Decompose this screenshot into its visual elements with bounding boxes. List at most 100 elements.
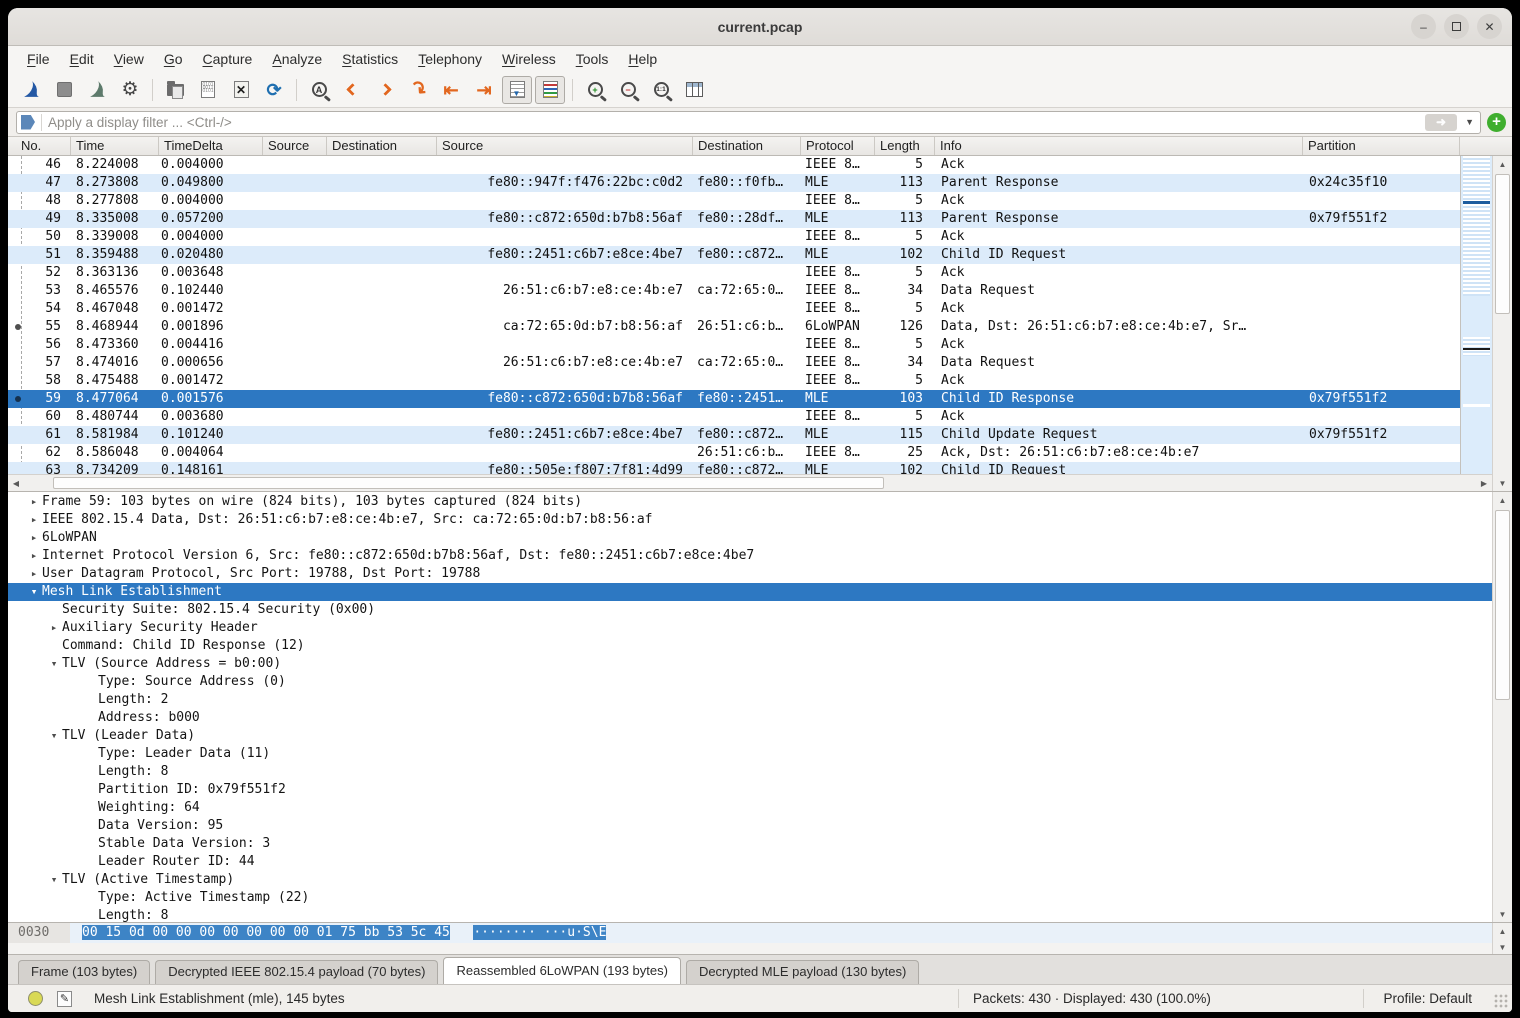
scroll-down-icon[interactable] bbox=[1493, 475, 1512, 491]
column-header-destination[interactable]: Destination bbox=[693, 137, 801, 155]
scroll-up-icon[interactable] bbox=[1493, 492, 1512, 508]
resize-grip[interactable] bbox=[1494, 994, 1508, 1008]
go-to-packet-icon[interactable]: ↷ bbox=[403, 76, 433, 104]
capture-comment-icon[interactable] bbox=[57, 991, 72, 1007]
vscrollbar-thumb[interactable] bbox=[1495, 510, 1510, 700]
hex-selected-ascii[interactable]: ········ ···u·S\E bbox=[473, 925, 606, 940]
scroll-down-icon[interactable] bbox=[1493, 906, 1512, 922]
hex-selected-bytes[interactable]: 00 15 0d 00 00 00 00 00 00 00 01 75 bb 5… bbox=[82, 925, 450, 940]
packet-row[interactable]: 628.5860480.00406426:51:c6:b…IEEE 8…25Ac… bbox=[8, 444, 1460, 462]
column-header-partition[interactable]: Partition bbox=[1303, 137, 1460, 155]
packet-row[interactable]: 588.4754880.001472IEEE 8…5Ack bbox=[8, 372, 1460, 390]
maximize-button[interactable] bbox=[1444, 14, 1469, 39]
packet-row[interactable]: 608.4807440.003680IEEE 8…5Ack bbox=[8, 408, 1460, 426]
open-file-icon[interactable] bbox=[160, 76, 190, 104]
expanded-arrow-icon[interactable]: ▾ bbox=[46, 871, 62, 889]
menu-file[interactable]: File bbox=[18, 49, 59, 69]
byte-tab[interactable]: Reassembled 6LoWPAN (193 bytes) bbox=[443, 957, 680, 984]
vscrollbar-thumb[interactable] bbox=[1495, 174, 1510, 314]
detail-row[interactable]: ▸Frame 59: 103 bytes on wire (824 bits),… bbox=[8, 493, 1492, 511]
title-bar[interactable]: current.pcap –✕ bbox=[8, 8, 1512, 46]
column-header-protocol[interactable]: Protocol bbox=[801, 137, 875, 155]
detail-row[interactable]: Weighting: 64 bbox=[8, 799, 1492, 817]
zoom-out-icon[interactable]: − bbox=[613, 76, 643, 104]
collapsed-arrow-icon[interactable]: ▸ bbox=[26, 565, 42, 583]
apply-filter-icon[interactable] bbox=[1425, 114, 1457, 131]
scroll-left-icon[interactable] bbox=[8, 475, 24, 491]
collapsed-arrow-icon[interactable]: ▸ bbox=[26, 529, 42, 547]
go-back-icon[interactable] bbox=[337, 76, 367, 104]
packet-row[interactable]: 518.3594880.020480fe80::2451:c6b7:e8ce:4… bbox=[8, 246, 1460, 264]
restart-capture-icon[interactable] bbox=[82, 76, 112, 104]
menu-go[interactable]: Go bbox=[155, 49, 192, 69]
detail-row[interactable]: Partition ID: 0x79f551f2 bbox=[8, 781, 1492, 799]
reload-file-icon[interactable]: ⟳ bbox=[259, 76, 289, 104]
byte-tab[interactable]: Decrypted IEEE 802.15.4 payload (70 byte… bbox=[155, 960, 438, 984]
packet-row[interactable]: 638.7342090.148161fe80::505e:f807:7f81:4… bbox=[8, 462, 1460, 474]
menu-telephony[interactable]: Telephony bbox=[409, 49, 491, 69]
go-forward-icon[interactable] bbox=[370, 76, 400, 104]
expanded-arrow-icon[interactable]: ▾ bbox=[46, 655, 62, 673]
detail-row[interactable]: Type: Leader Data (11) bbox=[8, 745, 1492, 763]
column-header-destination[interactable]: Destination bbox=[327, 137, 437, 155]
column-header-source[interactable]: Source bbox=[437, 137, 693, 155]
column-header-time[interactable]: Time bbox=[71, 137, 159, 155]
colorize-icon[interactable] bbox=[535, 76, 565, 104]
collapsed-arrow-icon[interactable]: ▸ bbox=[26, 511, 42, 529]
byte-tab[interactable]: Frame (103 bytes) bbox=[18, 960, 150, 984]
packet-row[interactable]: 598.4770640.001576fe80::c872:650d:b7b8:5… bbox=[8, 390, 1460, 408]
packet-row[interactable]: 578.4740160.00065626:51:c6:b7:e8:ce:4b:e… bbox=[8, 354, 1460, 372]
detail-row[interactable]: ▾TLV (Leader Data) bbox=[8, 727, 1492, 745]
scroll-down-icon[interactable] bbox=[1493, 939, 1512, 955]
column-header-timedelta[interactable]: TimeDelta bbox=[159, 137, 263, 155]
detail-row[interactable]: Type: Source Address (0) bbox=[8, 673, 1492, 691]
packet-row[interactable]: 478.2738080.049800fe80::947f:f476:22bc:c… bbox=[8, 174, 1460, 192]
detail-vscrollbar[interactable] bbox=[1492, 492, 1512, 922]
detail-row[interactable]: ▾TLV (Source Address = b0:00) bbox=[8, 655, 1492, 673]
menu-capture[interactable]: Capture bbox=[194, 49, 262, 69]
menu-tools[interactable]: Tools bbox=[567, 49, 618, 69]
scroll-right-icon[interactable] bbox=[1476, 475, 1492, 491]
expert-info-icon[interactable] bbox=[28, 991, 43, 1006]
detail-row[interactable]: ▸IEEE 802.15.4 Data, Dst: 26:51:c6:b7:e8… bbox=[8, 511, 1492, 529]
scroll-up-icon[interactable] bbox=[1493, 156, 1512, 172]
menu-view[interactable]: View bbox=[105, 49, 153, 69]
expanded-arrow-icon[interactable]: ▾ bbox=[46, 727, 62, 745]
detail-row[interactable]: Length: 8 bbox=[8, 763, 1492, 781]
collapsed-arrow-icon[interactable]: ▸ bbox=[26, 547, 42, 565]
status-profile[interactable]: Profile: Default bbox=[1383, 991, 1472, 1006]
detail-row[interactable]: Address: b000 bbox=[8, 709, 1492, 727]
detail-row[interactable]: ▾Mesh Link Establishment bbox=[8, 583, 1492, 601]
find-packet-icon[interactable]: A bbox=[304, 76, 334, 104]
display-filter-input[interactable]: Apply a display filter ... <Ctrl-/> bbox=[16, 111, 1481, 134]
packet-row[interactable]: 528.3631360.003648IEEE 8…5Ack bbox=[8, 264, 1460, 282]
menu-statistics[interactable]: Statistics bbox=[333, 49, 407, 69]
packet-row[interactable]: 618.5819840.101240fe80::2451:c6b7:e8ce:4… bbox=[8, 426, 1460, 444]
detail-row[interactable]: Length: 2 bbox=[8, 691, 1492, 709]
column-header-length[interactable]: Length bbox=[875, 137, 935, 155]
start-capture-icon[interactable] bbox=[16, 76, 46, 104]
packet-row[interactable]: 538.4655760.10244026:51:c6:b7:e8:ce:4b:e… bbox=[8, 282, 1460, 300]
packet-row[interactable]: 498.3350080.057200fe80::c872:650d:b7b8:5… bbox=[8, 210, 1460, 228]
detail-row[interactable]: Command: Child ID Response (12) bbox=[8, 637, 1492, 655]
scroll-up-icon[interactable] bbox=[1493, 923, 1512, 939]
auto-scroll-icon[interactable] bbox=[502, 76, 532, 104]
filter-bookmark-icon[interactable] bbox=[21, 115, 35, 130]
last-packet-icon[interactable]: ⇥ bbox=[469, 76, 499, 104]
detail-row[interactable]: Stable Data Version: 3 bbox=[8, 835, 1492, 853]
menu-analyze[interactable]: Analyze bbox=[263, 49, 331, 69]
detail-row[interactable]: Leader Router ID: 44 bbox=[8, 853, 1492, 871]
save-file-icon[interactable]: 0101 0011 0101 bbox=[193, 76, 223, 104]
packet-row[interactable]: 488.2778080.004000IEEE 8…5Ack bbox=[8, 192, 1460, 210]
packet-row[interactable]: 548.4670480.001472IEEE 8…5Ack bbox=[8, 300, 1460, 318]
expanded-arrow-icon[interactable]: ▾ bbox=[26, 583, 42, 601]
close-file-icon[interactable]: ✕ bbox=[226, 76, 256, 104]
add-filter-button-icon[interactable] bbox=[1487, 113, 1506, 132]
packet-row[interactable]: 568.4733600.004416IEEE 8…5Ack bbox=[8, 336, 1460, 354]
hscrollbar-thumb[interactable] bbox=[53, 477, 884, 489]
hex-view[interactable]: 0030 00 15 0d 00 00 00 00 00 00 00 01 75… bbox=[8, 923, 1492, 954]
detail-row[interactable]: Security Suite: 802.15.4 Security (0x00) bbox=[8, 601, 1492, 619]
detail-row[interactable]: Length: 8 bbox=[8, 907, 1492, 922]
collapsed-arrow-icon[interactable]: ▸ bbox=[26, 493, 42, 511]
packet-row[interactable]: 508.3390080.004000IEEE 8…5Ack bbox=[8, 228, 1460, 246]
